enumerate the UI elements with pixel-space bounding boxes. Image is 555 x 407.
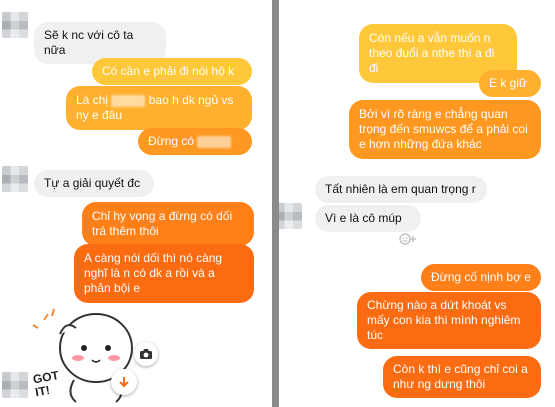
message-incoming: Tất nhiên là em quan trọng r [315,176,487,203]
camera-button[interactable] [134,342,158,366]
message-outgoing: Chỉ hy vọng a đừng có dối trá thêm thôi [82,202,254,246]
message-outgoing: Còn k thì e cũng chỉ coi a như ng dưng t… [383,356,541,398]
redacted-name [111,94,146,107]
chat-panel-right: Còn nếu a vẫn muốn n theo đuổi a nthe th… [279,0,555,407]
contact-avatar[interactable] [2,372,28,398]
screenshot-collage: Sẽ k nc với cô ta nữa Có cần e phải đi n… [0,0,555,407]
chat-panel-left: Sẽ k nc với cô ta nữa Có cần e phải đi n… [0,0,272,407]
message-outgoing: Bởi vì rõ ràng e chẳng quan trọng đến sm… [349,100,541,159]
message-outgoing: Đừng cố nịnh bợ e [421,264,541,291]
message-incoming: Tự a giải quyết đc [34,170,154,197]
reaction-smiley-icon [399,233,416,245]
message-outgoing: A càng nói dối thì nó càng nghĩ là n có … [74,244,254,303]
message-outgoing: Chừng nào a dứt khoát vs mấy con kia thì… [357,292,541,349]
scroll-to-bottom-button[interactable] [111,369,137,395]
message-outgoing: Là chị bao h dk ngủ vs ny e đâu [66,86,252,130]
message-incoming: Vì e là cô múp [315,205,421,232]
message-outgoing: E k giữ [479,70,541,97]
arrow-down-icon [119,377,129,388]
add-reaction-button[interactable] [399,233,417,248]
camera-icon [140,349,152,359]
contact-avatar[interactable] [2,166,28,192]
message-outgoing: Có cần e phải đi nói hộ k [92,58,252,85]
message-outgoing: Đừng có [138,128,252,155]
redacted-name [197,135,232,148]
contact-avatar[interactable] [279,203,302,229]
contact-avatar[interactable] [2,12,28,38]
